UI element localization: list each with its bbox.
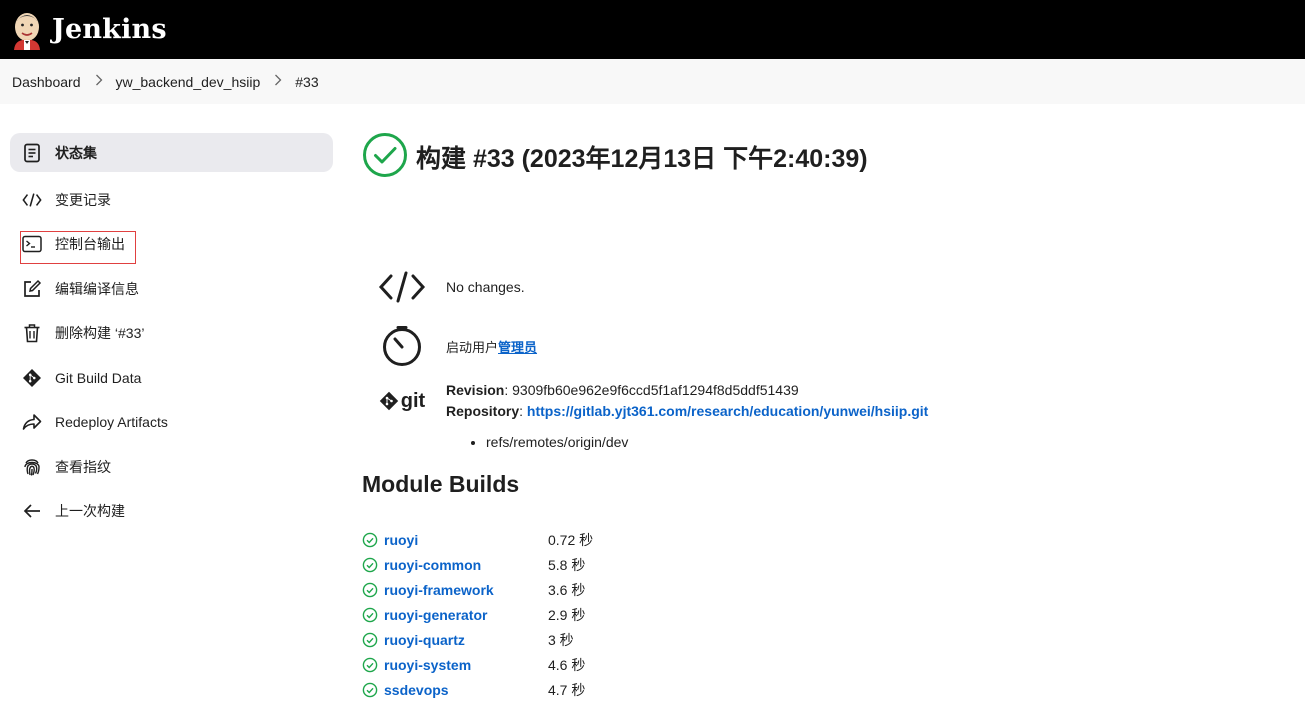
module-link[interactable]: ruoyi-system [384, 657, 548, 673]
user-link[interactable]: 管理员 [498, 340, 537, 355]
sidebar-item-label: 查看指纹 [55, 458, 111, 475]
module-builds-title: Module Builds [362, 471, 520, 497]
module-link[interactable]: ruoyi-generator [384, 607, 548, 623]
status-icon [22, 143, 42, 163]
sidebar-item-label: 上一次构建 [55, 503, 125, 520]
success-icon [362, 607, 384, 623]
module-list: ruoyi 0.72 秒 ruoyi-common 5.8 秒 ruoyi-fr… [362, 527, 593, 702]
sidebar-item-console[interactable]: 控制台输出 [10, 222, 333, 267]
git-details: Revision: 9309fb60e962e9f6ccd5f1af1294f8… [446, 380, 928, 422]
timer-icon [362, 325, 442, 367]
module-duration: 4.6 秒 [548, 656, 586, 673]
sidebar-item-label: 删除构建 ‘#33’ [55, 325, 145, 342]
sidebar-item-status[interactable]: 状态集 [10, 133, 333, 172]
branch-list: refs/remotes/origin/dev [470, 434, 628, 450]
success-icon [362, 557, 384, 573]
focus-outline [20, 231, 136, 264]
page-title: 构建 #33 (2023年12月13日 下午2:40:39) [416, 145, 868, 173]
module-link[interactable]: ruoyi-common [384, 557, 548, 573]
module-duration: 3.6 秒 [548, 581, 586, 598]
success-check-icon [362, 132, 408, 183]
build-title-row: 构建 #33 (2023年12月13日 下午2:40:39) [362, 132, 1302, 183]
success-icon [362, 632, 384, 648]
table-row: ruoyi-quartz 3 秒 [362, 627, 593, 652]
sidebar-item-label: 状态集 [55, 144, 97, 161]
module-link[interactable]: ssdevops [384, 682, 548, 698]
success-icon [362, 682, 384, 698]
changes-row: No changes. [362, 269, 525, 305]
started-by-text: 启动用户管理员 [446, 337, 537, 356]
repository-line: Repository: https://gitlab.yjt361.com/re… [446, 403, 929, 419]
module-duration: 4.7 秒 [548, 681, 586, 698]
top-header: Jenkins [0, 0, 1305, 59]
trash-icon [22, 323, 42, 343]
started-by-row: 启动用户管理员 [362, 325, 537, 367]
module-duration: 0.72 秒 [548, 531, 594, 548]
fingerprint-icon [22, 457, 42, 477]
table-row: ssdevops 4.7 秒 [362, 677, 593, 702]
main-content: 构建 #33 (2023年12月13日 下午2:40:39) No change… [362, 132, 1302, 698]
repository-label: Repository [446, 403, 520, 419]
sidebar-item-label: 变更记录 [55, 191, 111, 208]
repository-link[interactable]: https://gitlab.yjt361.com/research/educa… [527, 403, 928, 419]
module-duration: 3 秒 [548, 631, 574, 648]
chevron-right-icon [95, 74, 103, 89]
chevron-right-icon [274, 74, 282, 89]
revision-line: Revision: 9309fb60e962e9f6ccd5f1af1294f8… [446, 382, 799, 398]
table-row: ruoyi-generator 2.9 秒 [362, 602, 593, 627]
brand-title[interactable]: Jenkins [52, 14, 167, 45]
table-row: ruoyi-common 5.8 秒 [362, 552, 593, 577]
edit-icon [22, 279, 42, 299]
share-icon [22, 412, 42, 432]
sidebar-item-previous-build[interactable]: 上一次构建 [10, 489, 333, 534]
sidebar-item-changes[interactable]: 变更记录 [10, 178, 333, 223]
sidebar: 状态集 变更记录 控制台输出 编辑编译信息 删除构建 ‘#33’ Git Bui… [10, 133, 333, 534]
breadcrumb-build[interactable]: #33 [295, 74, 318, 90]
code-icon [22, 190, 42, 210]
sidebar-item-label: 编辑编译信息 [55, 280, 139, 297]
breadcrumb: Dashboard yw_backend_dev_hsiip #33 [0, 59, 1305, 104]
success-icon [362, 532, 384, 548]
revision-value: 9309fb60e962e9f6ccd5f1af1294f8d5ddf51439 [512, 382, 799, 398]
module-link[interactable]: ruoyi [384, 532, 548, 548]
git-logo-icon: git [362, 390, 442, 413]
breadcrumb-job[interactable]: yw_backend_dev_hsiip [116, 74, 261, 90]
code-icon [362, 270, 442, 304]
success-icon [362, 582, 384, 598]
started-by-prefix: 启动用户 [446, 339, 499, 355]
module-link[interactable]: ruoyi-quartz [384, 632, 548, 648]
table-row: ruoyi-framework 3.6 秒 [362, 577, 593, 602]
git-logo-text: git [400, 389, 426, 412]
branch-item: refs/remotes/origin/dev [486, 434, 628, 450]
sidebar-item-label: Git Build Data [55, 369, 142, 386]
arrow-left-icon [22, 501, 42, 521]
revision-label: Revision [446, 382, 505, 398]
table-row: ruoyi 0.72 秒 [362, 527, 593, 552]
module-duration: 5.8 秒 [548, 556, 586, 573]
changes-text: No changes. [446, 279, 525, 295]
sidebar-item-redeploy[interactable]: Redeploy Artifacts [10, 400, 333, 445]
module-duration: 2.9 秒 [548, 606, 586, 623]
git-row: git Revision: 9309fb60e962e9f6ccd5f1af12… [362, 379, 928, 423]
sidebar-item-git-build-data[interactable]: Git Build Data [10, 356, 333, 401]
breadcrumb-dashboard[interactable]: Dashboard [12, 74, 81, 90]
sidebar-item-delete[interactable]: 删除构建 ‘#33’ [10, 311, 333, 356]
sidebar-item-edit-info[interactable]: 编辑编译信息 [10, 267, 333, 312]
table-row: ruoyi-system 4.6 秒 [362, 652, 593, 677]
jenkins-logo-icon[interactable] [10, 10, 44, 50]
sidebar-item-label: Redeploy Artifacts [55, 414, 168, 431]
sidebar-item-fingerprint[interactable]: 查看指纹 [10, 445, 333, 490]
git-icon [22, 368, 42, 388]
module-link[interactable]: ruoyi-framework [384, 582, 548, 598]
success-icon [362, 657, 384, 673]
